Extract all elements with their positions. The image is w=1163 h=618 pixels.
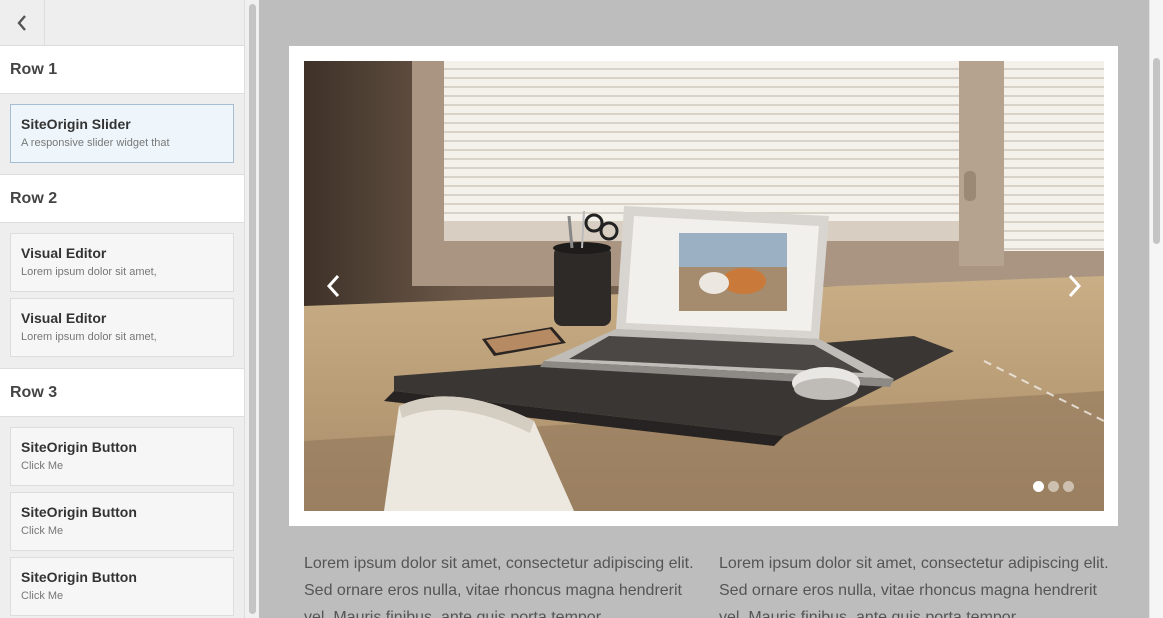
widget-description: Lorem ipsum dolor sit amet,: [21, 266, 157, 278]
text-column-2: Lorem ipsum dolor sit amet, consectetur …: [719, 555, 1109, 618]
widget-siteorigin-slider[interactable]: SiteOrigin Slider A responsive slider wi…: [10, 104, 234, 163]
back-button[interactable]: [0, 0, 45, 45]
widget-title: SiteOrigin Button: [21, 504, 137, 520]
page-scrollbar-thumb[interactable]: [1153, 58, 1160, 244]
row-header-2[interactable]: Row 2: [0, 175, 244, 223]
widget-description: Click Me: [21, 590, 64, 602]
slider-frame: [289, 46, 1118, 526]
row-header-3[interactable]: Row 3: [0, 369, 244, 417]
widget-title: SiteOrigin Slider: [21, 116, 131, 132]
widget-description: Lorem ipsum dolor sit amet,: [21, 331, 157, 343]
widget-siteorigin-button-3[interactable]: SiteOrigin Button Click Me: [10, 557, 234, 616]
widget-title: Visual Editor: [21, 245, 107, 261]
widget-title: SiteOrigin Button: [21, 569, 137, 585]
chevron-right-icon: [1068, 274, 1082, 298]
slider-pagination: [1033, 481, 1074, 492]
sidebar-scrollbar[interactable]: [244, 0, 259, 618]
sidebar-topbar: [0, 0, 244, 46]
widget-siteorigin-button-1[interactable]: SiteOrigin Button Click Me: [10, 427, 234, 486]
chevron-left-icon: [17, 14, 26, 31]
row-body-1: SiteOrigin Slider A responsive slider wi…: [0, 94, 244, 175]
widget-title: SiteOrigin Button: [21, 439, 137, 455]
slider-prev-button[interactable]: [318, 271, 348, 301]
widget-visual-editor-2[interactable]: Visual Editor Lorem ipsum dolor sit amet…: [10, 298, 234, 357]
widget-siteorigin-button-2[interactable]: SiteOrigin Button Click Me: [10, 492, 234, 551]
widget-description: Click Me: [21, 525, 64, 537]
desk-photo: [304, 61, 1104, 511]
row-header-1[interactable]: Row 1: [0, 46, 244, 94]
widget-title: Visual Editor: [21, 310, 107, 326]
widget-description: Click Me: [21, 460, 64, 472]
widget-description: A responsive slider widget that: [21, 137, 170, 149]
slide-image: [304, 61, 1104, 511]
chevron-left-icon: [326, 274, 340, 298]
row-body-3: SiteOrigin Button Click Me SiteOrigin Bu…: [0, 417, 244, 618]
slider-next-button[interactable]: [1060, 271, 1090, 301]
sidebar-scrollbar-thumb[interactable]: [249, 4, 256, 614]
text-column-1: Lorem ipsum dolor sit amet, consectetur …: [304, 555, 694, 618]
slider-dot-1[interactable]: [1033, 481, 1044, 492]
page-preview: Lorem ipsum dolor sit amet, consectetur …: [259, 0, 1149, 618]
widgets-sidebar: Row 1 SiteOrigin Slider A responsive sli…: [0, 0, 244, 618]
row-body-2: Visual Editor Lorem ipsum dolor sit amet…: [0, 223, 244, 369]
page-scrollbar[interactable]: [1149, 0, 1163, 618]
slider-dot-3[interactable]: [1063, 481, 1074, 492]
slider-dot-2[interactable]: [1048, 481, 1059, 492]
widget-visual-editor-1[interactable]: Visual Editor Lorem ipsum dolor sit amet…: [10, 233, 234, 292]
